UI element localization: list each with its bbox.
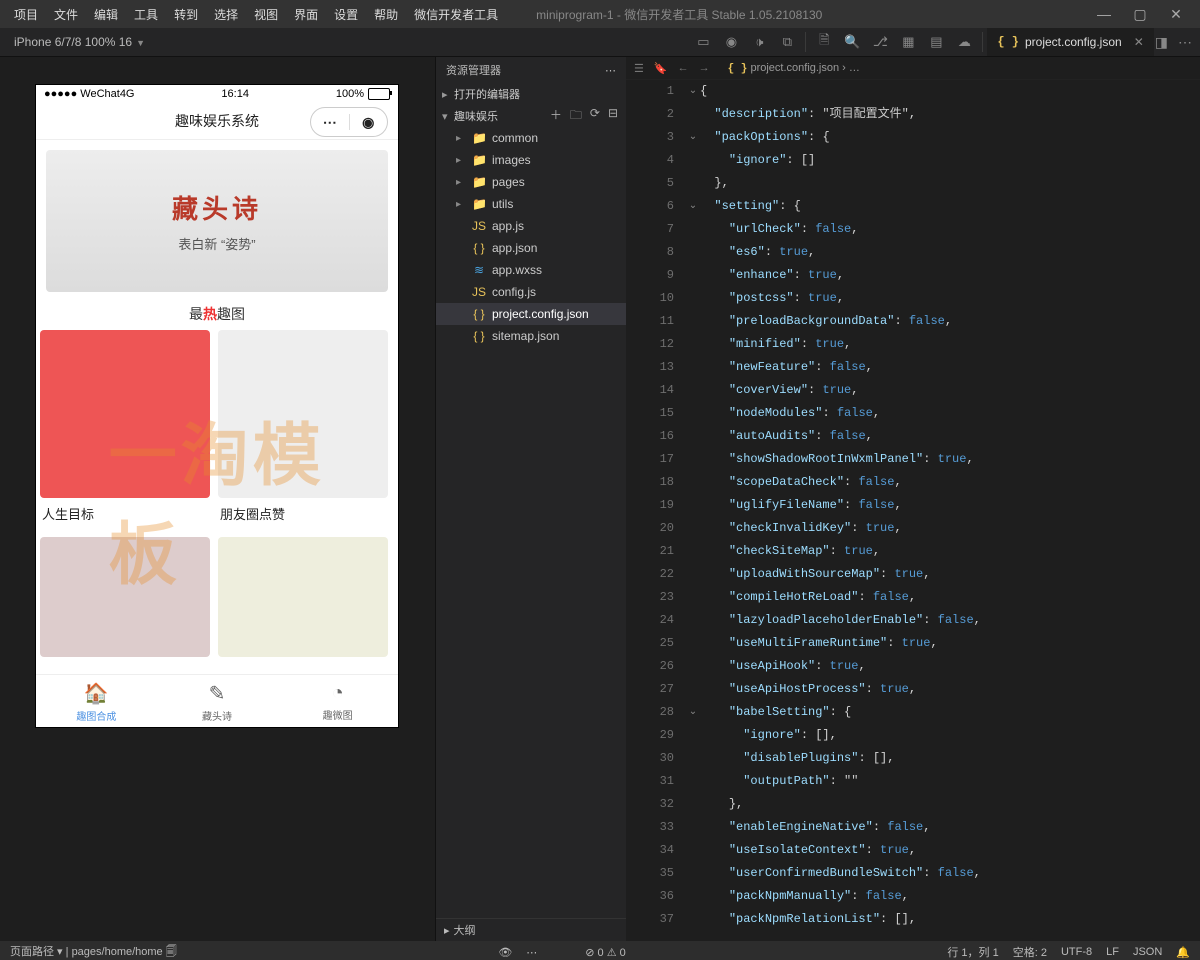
menu-item[interactable]: 项目 [6,4,46,26]
file-node[interactable]: JSconfig.js [436,281,626,303]
record-icon[interactable]: ◉ [717,34,745,50]
more-icon[interactable]: ⋯ [1178,34,1192,51]
layout-icon[interactable]: ◨ [1155,34,1168,51]
explorer-panel: 资源管理器 ⋯ ▸打开的编辑器 ▾趣味娱乐 ＋ 🗀 ⟳ ⊟ ▸📁common▸📁… [435,57,626,941]
minimize-icon[interactable]: — [1086,6,1122,22]
json-icon: { } [728,63,748,75]
explorer-title: 资源管理器 [446,62,501,78]
bookmark-icon[interactable]: 🔖 [654,62,668,75]
menu-item[interactable]: 工具 [126,4,166,26]
cursor-pos[interactable]: 行 1，列 1 [947,944,998,960]
grid-icon[interactable]: ▦ [894,34,922,50]
menu-item[interactable]: 帮助 [366,4,406,26]
eol[interactable]: LF [1106,946,1119,958]
menu-item[interactable]: 选择 [206,4,246,26]
json-icon: { } [997,35,1019,49]
preview-icon[interactable]: ▤ [922,34,950,50]
file-node[interactable]: ▸📁pages [436,171,626,193]
tab-compose[interactable]: 🏠趣图合成 [36,675,157,727]
tab-poem[interactable]: ✎藏头诗 [157,675,278,727]
sim-nav-bar: 趣味娱乐系统 ⋯◉ [36,103,398,140]
file-node[interactable]: JSapp.js [436,215,626,237]
bell-icon[interactable]: 🔔 [1176,946,1190,959]
file-node[interactable]: { }project.config.json [436,303,626,325]
card-item[interactable]: 朋友圈点赞 [218,330,388,529]
menu-item[interactable]: 视图 [246,4,286,26]
phone-icon[interactable]: ▭ [689,34,717,50]
card-item[interactable]: 人生目标 [40,330,210,529]
file-node[interactable]: ▸📁utils [436,193,626,215]
problems[interactable]: ⊘ 0 ⚠ 0 [585,946,625,959]
editor-panel: ☰ 🔖 ← → { } project.config.json › … 1234… [626,57,1200,941]
page-path-label: 页面路径 ▾ | pages/home/home 🗐 [10,943,177,960]
sim-status-bar: ●●●●● WeChat4G 16:14 100% [36,85,398,103]
encoding[interactable]: UTF-8 [1061,946,1092,958]
open-editors-section[interactable]: ▸打开的编辑器 [436,83,626,105]
list-icon[interactable]: ☰ [634,62,644,75]
menu-item[interactable]: 界面 [286,4,326,26]
file-node[interactable]: ≋app.wxss [436,259,626,281]
close-icon[interactable]: ✕ [1158,6,1194,23]
editor-tab[interactable]: { } project.config.json ✕ [987,28,1154,56]
view-icon[interactable]: 👁 [498,946,512,959]
indent[interactable]: 空格: 2 [1013,944,1047,960]
refresh-icon[interactable]: ⟳ [590,106,600,127]
menu-item[interactable]: 编辑 [86,4,126,26]
close-tab-icon[interactable]: ✕ [1134,35,1144,49]
file-node[interactable]: ▸📁images [436,149,626,171]
banner[interactable]: 藏头诗 表白新 “姿势” [46,150,388,292]
popout-icon[interactable]: ⧉ [773,34,801,50]
menu-item[interactable]: 微信开发者工具 [406,4,506,26]
explorer-more-icon[interactable]: ⋯ [605,64,616,77]
cloud-icon[interactable]: ☁ [950,34,978,50]
collapse-icon[interactable]: ⊟ [608,106,618,127]
files-icon[interactable]: 🗎 [810,31,838,53]
status-bar: 页面路径 ▾ | pages/home/home 🗐 👁 ⋯ ⊘ 0 ⚠ 0 行… [0,941,1200,960]
breadcrumb: ☰ 🔖 ← → { } project.config.json › … [626,57,1200,80]
card-item[interactable] [218,537,388,657]
device-selector[interactable]: iPhone 6/7/8 100% 16▼ [4,33,155,51]
maximize-icon[interactable]: ▢ [1122,6,1158,23]
project-root[interactable]: ▾趣味娱乐 ＋ 🗀 ⟳ ⊟ [436,105,626,127]
file-node[interactable]: ▸📁common [436,127,626,149]
new-file-icon[interactable]: ＋ [550,106,562,127]
menu-item[interactable]: 文件 [46,4,86,26]
menu-bar: 项目文件编辑工具转到选择视图界面设置帮助微信开发者工具 miniprogram-… [0,0,1200,28]
search-icon[interactable]: 🔍 [838,34,866,50]
capsule-button[interactable]: ⋯◉ [310,107,388,137]
toolbar: iPhone 6/7/8 100% 16▼ ▭ ◉ 🕩 ⧉ 🗎 🔍 ⎇ ▦ ▤ … [0,28,1200,57]
window-title: miniprogram-1 - 微信开发者工具 Stable 1.05.2108… [536,6,1086,23]
code-editor[interactable]: 1234567891011121314151617181920212223242… [626,80,1200,941]
simulator-panel: 一淘模板 ●●●●● WeChat4G 16:14 100% 趣味娱乐系统 ⋯◉… [0,57,435,941]
mute-icon[interactable]: 🕩 [745,34,773,50]
menu-item[interactable]: 设置 [326,4,366,26]
phone-simulator: ●●●●● WeChat4G 16:14 100% 趣味娱乐系统 ⋯◉ 藏头诗 … [36,85,398,727]
branch-icon[interactable]: ⎇ [866,34,894,50]
language-mode[interactable]: JSON [1133,946,1162,958]
hot-title: 最热趣图 [36,302,398,326]
sim-tabbar: 🏠趣图合成 ✎藏头诗 ◔趣微图 [36,674,398,727]
status-more-icon[interactable]: ⋯ [526,946,537,959]
outline-section[interactable]: ▸大纲 [436,918,626,941]
card-item[interactable] [40,537,210,657]
file-node[interactable]: { }app.json [436,237,626,259]
tab-weitu[interactable]: ◔趣微图 [277,675,398,727]
menu-item[interactable]: 转到 [166,4,206,26]
back-icon[interactable]: ← [678,62,689,74]
new-folder-icon[interactable]: 🗀 [570,106,582,127]
forward-icon[interactable]: → [699,62,710,74]
file-node[interactable]: { }sitemap.json [436,325,626,347]
